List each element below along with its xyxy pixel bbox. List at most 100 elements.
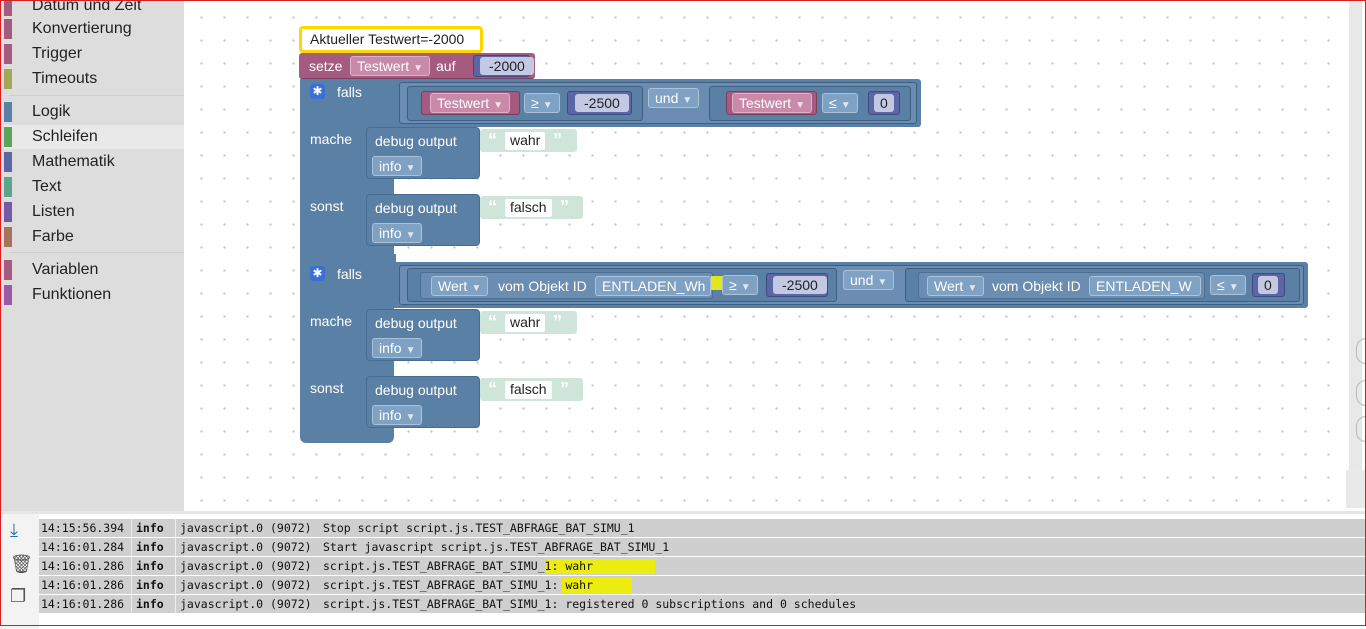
operator-symbol: ≤ (1217, 277, 1225, 293)
toolbox-category-label: Farbe (32, 228, 74, 245)
log-level-dropdown[interactable]: info ▼ (372, 405, 423, 425)
text-block[interactable]: “ falsch ” (480, 378, 583, 401)
close-quote-icon: ” (553, 312, 562, 332)
debug-output-label: debug output (375, 133, 457, 149)
if-keyword: falls (337, 84, 362, 100)
toolbox-category-label: Text (32, 178, 62, 195)
log-time: 14:16:01.286 (41, 559, 125, 573)
text-block[interactable]: “ wahr ” (480, 129, 577, 152)
gear-icon[interactable]: ✱ (310, 84, 325, 99)
toolbox-category-text[interactable]: Text (4, 175, 184, 199)
set-variable-dropdown[interactable]: Testwert ▼ (350, 56, 431, 76)
copy-icon[interactable]: ❐ (10, 586, 26, 607)
clear-log-icon[interactable]: 🗑 (10, 554, 33, 575)
text-value[interactable]: falsch (505, 199, 552, 217)
chevron-down-icon: ▼ (877, 277, 888, 288)
number-value[interactable]: -2000 (480, 57, 534, 75)
log-message: Start javascript script.js.TEST_ABFRAGE_… (323, 540, 670, 554)
set-variable-block[interactable]: setze Testwert ▼ auf -2000 (299, 53, 535, 79)
number-value[interactable]: 0 (874, 94, 894, 112)
operator-dropdown[interactable]: ≥ ▼ (722, 275, 758, 295)
get-value-block[interactable]: Wert ▼ vom Objekt ID ENTLADEN_W (918, 272, 1205, 299)
zoom-reset-icon[interactable] (1356, 338, 1366, 364)
number-block[interactable]: -2500 (567, 91, 632, 115)
text-value[interactable]: falsch (505, 381, 552, 399)
toolbox-category-konvertierung[interactable]: Konvertierung (4, 17, 184, 41)
debug-output-block[interactable]: debug output info ▼ (366, 376, 480, 428)
object-id-field[interactable]: ENTLADEN_W (1089, 276, 1201, 296)
variable-block[interactable]: Testwert ▼ (421, 91, 520, 115)
and-dropdown[interactable]: und ▼ (843, 270, 895, 290)
log-source: javascript.0 (9072) (180, 521, 312, 535)
operator-symbol: ≥ (729, 277, 737, 293)
text-value[interactable]: wahr (505, 314, 546, 332)
toolbox-category-timeouts[interactable]: Timeouts (4, 67, 184, 91)
operator-dropdown[interactable]: ≤ ▼ (822, 93, 858, 113)
log-level-dropdown[interactable]: info ▼ (372, 223, 423, 243)
scroll-to-bottom-icon[interactable]: ⤓ (10, 520, 18, 541)
attribute-dropdown[interactable]: Wert ▼ (431, 276, 489, 296)
toolbox-separator (9, 95, 185, 96)
and-dropdown[interactable]: und ▼ (648, 88, 700, 108)
comment-block[interactable]: Aktueller Testwert=-2000 (302, 29, 480, 50)
open-quote-icon: “ (488, 312, 497, 332)
log-level-dropdown[interactable]: info ▼ (372, 338, 423, 358)
toolbox-category-schleifen[interactable]: Schleifen (4, 125, 184, 149)
log-level: info (136, 559, 164, 573)
debug-output-block[interactable]: debug output info ▼ (366, 194, 480, 246)
number-value[interactable]: -2500 (575, 94, 629, 112)
set-to-keyword: auf (436, 58, 456, 74)
variable-name: Testwert (437, 95, 490, 111)
text-block[interactable]: “ falsch ” (480, 196, 583, 219)
object-id-field[interactable]: ENTLADEN_Wh (595, 276, 711, 296)
chevron-down-icon: ▼ (405, 412, 416, 423)
text-block[interactable]: “ wahr ” (480, 311, 577, 334)
get-value-block[interactable]: Wert ▼ vom Objekt ID ENTLADEN_Wh (420, 272, 713, 299)
toolbox-category-mathematik[interactable]: Mathematik (4, 150, 184, 174)
debug-output-block[interactable]: debug output info ▼ (366, 309, 480, 361)
toolbox-category-farbe[interactable]: Farbe (4, 225, 184, 249)
workspace-horizontal-scrollbar[interactable] (1346, 470, 1366, 508)
open-quote-icon: “ (488, 197, 497, 217)
variable-block[interactable]: Testwert ▼ (726, 91, 817, 115)
log-row: 14:16:01.286 info javascript.0 (9072) sc… (39, 576, 1365, 594)
log-level-dropdown[interactable]: info ▼ (372, 156, 423, 176)
chevron-down-icon: ▼ (405, 163, 416, 174)
operator-dropdown[interactable]: ≤ ▼ (1210, 275, 1246, 295)
zoom-out-icon[interactable] (1356, 416, 1366, 442)
zoom-in-icon[interactable] (1356, 380, 1366, 406)
toolbox-category-variablen[interactable]: Variablen (4, 258, 184, 282)
chevron-down-icon: ▼ (405, 345, 416, 356)
toolbox-category-datum-und-zeit[interactable]: Datum und Zeit (4, 0, 184, 18)
operator-dropdown[interactable]: ≥ ▼ (524, 93, 560, 113)
log-level-value: info (379, 225, 402, 241)
log-level: info (136, 578, 164, 592)
log-message: script.js.TEST_ABFRAGE_BAT_SIMU_1: regis… (323, 597, 857, 611)
variable-dropdown[interactable]: Testwert ▼ (732, 93, 813, 113)
variable-dropdown[interactable]: Testwert ▼ (430, 93, 511, 113)
log-row: 14:16:01.286 info javascript.0 (9072) sc… (39, 557, 1365, 575)
toolbox-category-trigger[interactable]: Trigger (4, 42, 184, 66)
text-value[interactable]: wahr (505, 132, 546, 150)
toolbox-category-listen[interactable]: Listen (4, 200, 184, 224)
open-quote-icon: “ (488, 379, 497, 399)
object-id-label: vom Objekt ID (498, 278, 587, 294)
toolbox-category-logik[interactable]: Logik (4, 100, 184, 124)
number-value[interactable]: -2500 (773, 276, 827, 294)
operator-symbol: ≥ (531, 95, 539, 111)
attribute-dropdown[interactable]: Wert ▼ (927, 276, 985, 296)
gear-icon[interactable]: ✱ (310, 266, 325, 281)
number-block[interactable]: -2000 (473, 55, 534, 77)
number-block[interactable]: -2500 (766, 273, 828, 297)
toolbox-category-funktionen[interactable]: Funktionen (4, 283, 184, 307)
set-keyword: setze (309, 58, 343, 74)
number-block[interactable]: 0 (868, 91, 900, 115)
number-block[interactable]: 0 (1252, 273, 1285, 297)
toolbox-category-label: Schleifen (32, 128, 98, 145)
chevron-down-icon: ▼ (795, 100, 806, 111)
log-source: javascript.0 (9072) (180, 540, 312, 554)
debug-output-block[interactable]: debug output info ▼ (366, 127, 480, 179)
log-toolbar: ⤓ 🗑 ❐ (1, 514, 39, 629)
number-value[interactable]: 0 (1258, 276, 1278, 294)
log-level-value: info (379, 340, 402, 356)
